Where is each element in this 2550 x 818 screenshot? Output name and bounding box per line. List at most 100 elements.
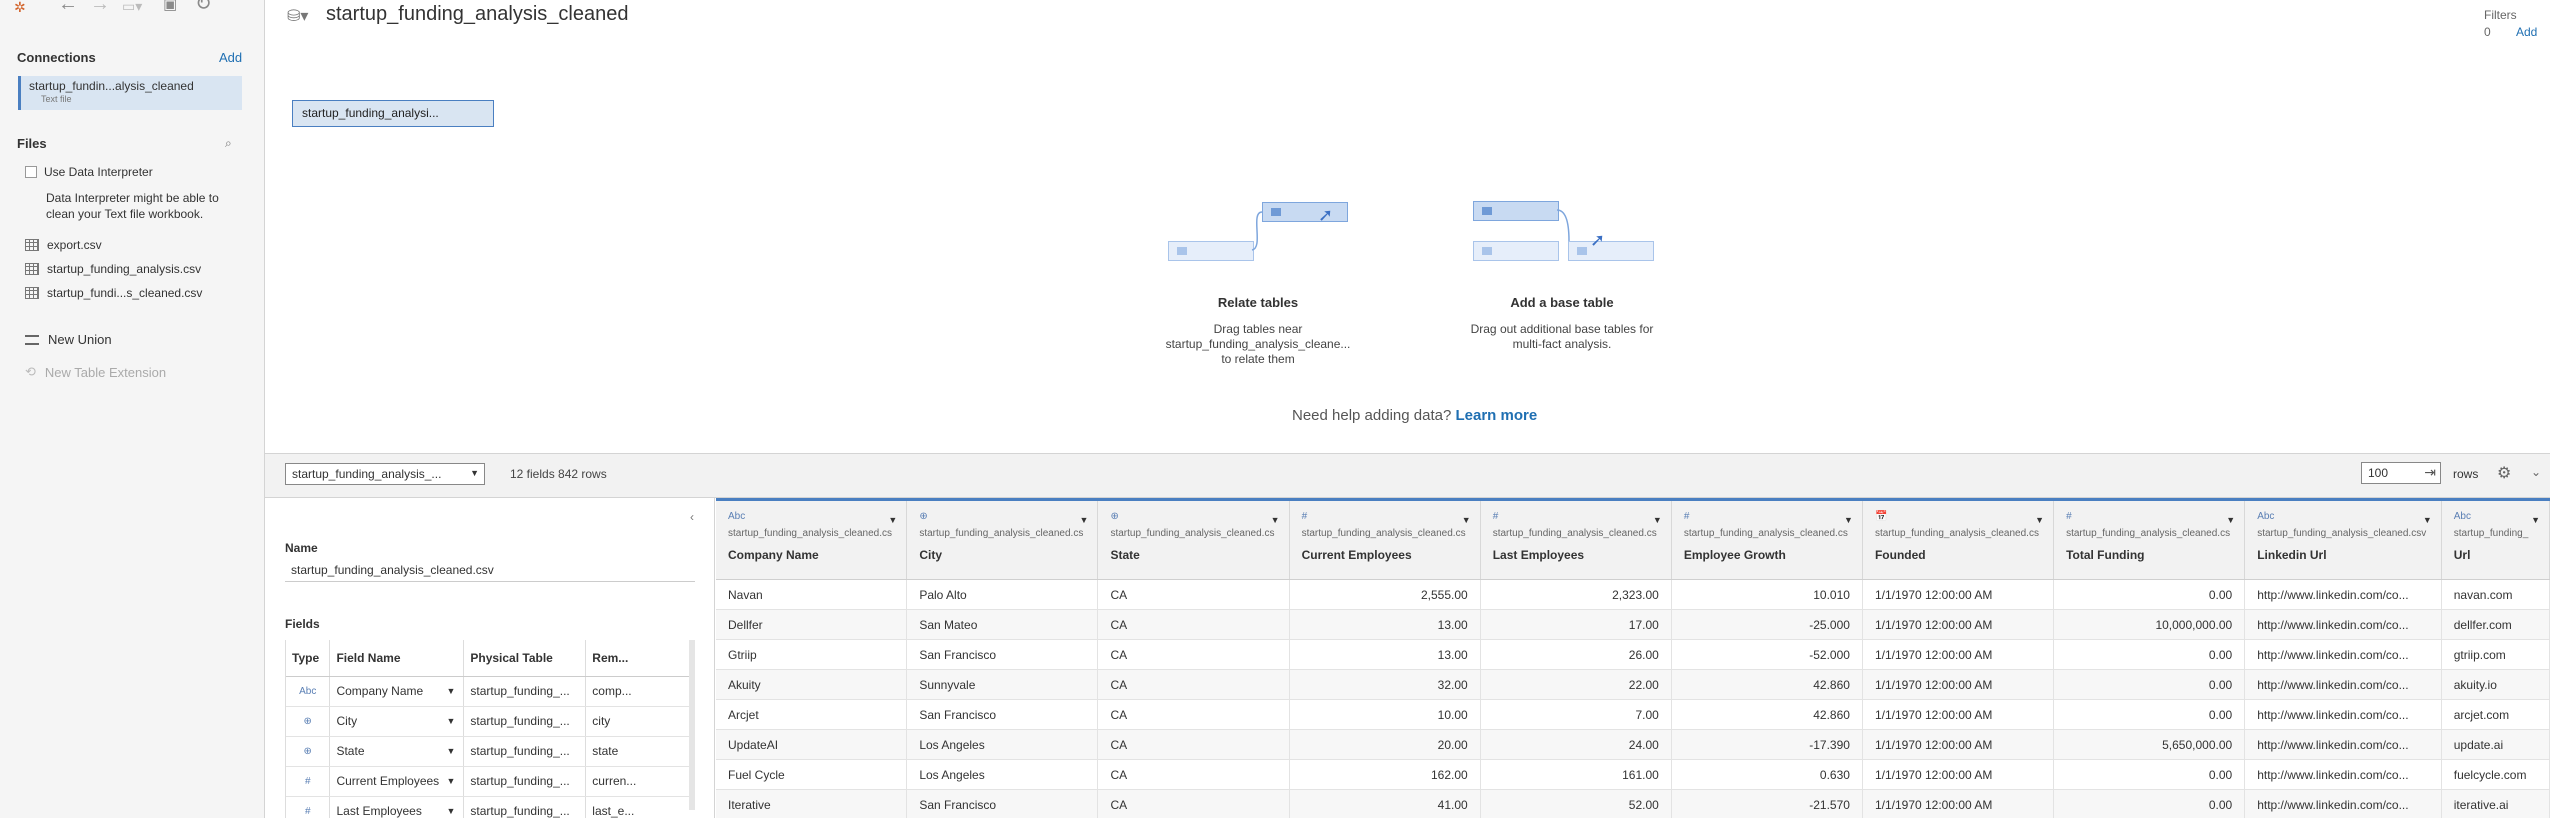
table-cell[interactable]: -17.390 [1671,729,1863,760]
caret-down-icon[interactable]: ▼ [446,806,455,816]
table-cell[interactable]: navan.com [2441,579,2550,610]
new-table-extension-item[interactable]: ⟲ New Table Extension [25,364,166,380]
table-cell[interactable]: 0.00 [2053,789,2246,818]
caret-down-icon[interactable]: ▼ [2423,515,2432,525]
column-header[interactable]: # startup_funding_analysis_cleaned.cs Last… [1480,498,1672,580]
column-type-icon[interactable]: Abc [2257,511,2429,523]
column-type-icon[interactable]: Abc [728,511,894,523]
table-cell[interactable]: http://www.linkedin.com/co... [2244,729,2442,760]
table-row[interactable]: Gtriip San Francisco CA 13.00 26.00 -52.000 1/… [716,639,2550,670]
table-row[interactable]: Fuel Cycle Los Angeles CA 162.00 161.00 0.630… [716,759,2550,790]
field-row[interactable]: # Current Employees ▼ startup_funding_... cu… [286,766,695,797]
table-cell[interactable]: http://www.linkedin.com/co... [2244,639,2442,670]
new-union-item[interactable]: New Union [25,332,112,347]
table-cell[interactable]: CA [1097,609,1290,640]
vertical-scrollbar[interactable] [689,640,695,810]
field-name-cell[interactable]: Current Employees ▼ [329,766,465,797]
field-type-icon[interactable]: Abc [286,676,331,707]
table-cell[interactable]: -52.000 [1671,639,1863,670]
column-type-icon[interactable]: # [1493,511,1659,523]
column-type-icon[interactable]: # [1302,511,1468,523]
field-row[interactable]: ⊕ State ▼ startup_funding_... state [286,736,695,767]
column-name[interactable]: Founded [1875,548,2041,562]
column-name[interactable]: Employee Growth [1684,548,1850,562]
arrow-right-icon[interactable]: ⇥ [2424,464,2436,481]
table-cell[interactable]: 13.00 [1289,639,1481,670]
caret-down-icon[interactable]: ▼ [446,686,455,696]
table-cell[interactable]: CA [1097,789,1290,818]
table-cell[interactable]: fuelcycle.com [2441,759,2550,790]
field-name-cell[interactable]: Company Name ▼ [329,676,465,707]
table-row[interactable]: Iterative San Francisco CA 41.00 52.00 -21.57… [716,789,2550,818]
table-cell[interactable]: Arcjet [716,699,908,730]
tableau-logo-icon[interactable]: ✲ [14,0,26,17]
table-row[interactable]: Akuity Sunnyvale CA 32.00 22.00 42.860 1/1/197… [716,669,2550,700]
add-connection-button[interactable]: Add [219,50,242,65]
field-row[interactable]: Abc Company Name ▼ startup_funding_... comp.… [286,676,695,707]
table-cell[interactable]: Iterative [716,789,908,818]
table-cell[interactable]: San Mateo [906,609,1099,640]
field-name-cell[interactable]: City ▼ [329,706,465,737]
caret-down-icon[interactable]: ▼ [1271,515,1280,525]
table-cell[interactable]: http://www.linkedin.com/co... [2244,789,2442,818]
table-cell[interactable]: Los Angeles [906,729,1099,760]
forward-icon[interactable]: → [90,0,110,14]
file-item[interactable]: export.csv [25,238,102,252]
table-cell[interactable]: San Francisco [906,699,1099,730]
back-icon[interactable]: ← [58,0,78,14]
field-row[interactable]: # Last Employees ▼ startup_funding_... last_… [286,796,695,818]
table-cell[interactable]: CA [1097,579,1290,610]
table-cell[interactable]: 42.860 [1671,669,1863,700]
table-cell[interactable]: 1/1/1970 12:00:00 AM [1862,609,2055,640]
table-cell[interactable]: -21.570 [1671,789,1863,818]
table-cell[interactable]: 1/1/1970 12:00:00 AM [1862,729,2055,760]
file-item[interactable]: startup_fundi...s_cleaned.csv [25,286,202,300]
table-cell[interactable]: 7.00 [1480,699,1672,730]
gear-icon[interactable]: ⚙ [2497,463,2511,483]
column-name[interactable]: City [919,548,1085,562]
table-cell[interactable]: 26.00 [1480,639,1672,670]
caret-down-icon[interactable]: ▼ [2035,515,2044,525]
file-item[interactable]: startup_funding_analysis.csv [25,262,201,276]
table-cell[interactable]: Akuity [716,669,908,700]
refresh-icon[interactable]: ↻ [195,0,212,14]
collapse-left-icon[interactable]: ‹ [690,510,694,524]
caret-down-icon[interactable]: ▼ [2226,515,2235,525]
name-field[interactable]: startup_funding_analysis_cleaned.csv [285,560,695,582]
caret-down-icon[interactable]: ▼ [2531,515,2540,525]
table-cell[interactable]: CA [1097,639,1290,670]
canvas-table-chip[interactable]: startup_funding_analysi... [292,100,494,127]
datasource-title[interactable]: startup_funding_analysis_cleaned [326,3,628,26]
search-icon[interactable]: ⌕ [225,136,232,151]
table-cell[interactable]: dellfer.com [2441,609,2550,640]
field-type-icon[interactable]: # [286,766,331,797]
table-cell[interactable]: 0.630 [1671,759,1863,790]
caret-down-icon[interactable]: ▼ [1844,515,1853,525]
table-cell[interactable]: 0.00 [2053,669,2246,700]
column-header[interactable]: ⊕ startup_funding_analysis_cleaned.cs City… [906,498,1099,580]
table-row[interactable]: Arcjet San Francisco CA 10.00 7.00 42.860 1/1/… [716,699,2550,730]
table-row[interactable]: Dellfer San Mateo CA 13.00 17.00 -25.000 1/1/1… [716,609,2550,640]
table-cell[interactable]: akuity.io [2441,669,2550,700]
table-cell[interactable]: 32.00 [1289,669,1481,700]
table-cell[interactable]: CA [1097,699,1290,730]
table-cell[interactable]: 10.010 [1671,579,1863,610]
table-cell[interactable]: http://www.linkedin.com/co... [2244,579,2442,610]
table-cell[interactable]: CA [1097,669,1290,700]
table-cell[interactable]: San Francisco [906,789,1099,818]
table-cell[interactable]: 0.00 [2053,639,2246,670]
caret-down-icon[interactable]: ▼ [1653,515,1662,525]
table-cell[interactable]: 24.00 [1480,729,1672,760]
field-row[interactable]: ⊕ City ▼ startup_funding_... city [286,706,695,737]
table-cell[interactable]: 17.00 [1480,609,1672,640]
column-header[interactable]: # startup_funding_analysis_cleaned.cs Curr… [1289,498,1481,580]
field-type-icon[interactable]: ⊕ [286,706,331,737]
table-cell[interactable]: 41.00 [1289,789,1481,818]
table-cell[interactable]: CA [1097,729,1290,760]
table-cell[interactable]: http://www.linkedin.com/co... [2244,699,2442,730]
header-remote[interactable]: Rem... [585,640,695,677]
table-cell[interactable]: 2,555.00 [1289,579,1481,610]
table-cell[interactable]: 1/1/1970 12:00:00 AM [1862,759,2055,790]
table-cell[interactable]: 162.00 [1289,759,1481,790]
table-cell[interactable]: 1/1/1970 12:00:00 AM [1862,789,2055,818]
